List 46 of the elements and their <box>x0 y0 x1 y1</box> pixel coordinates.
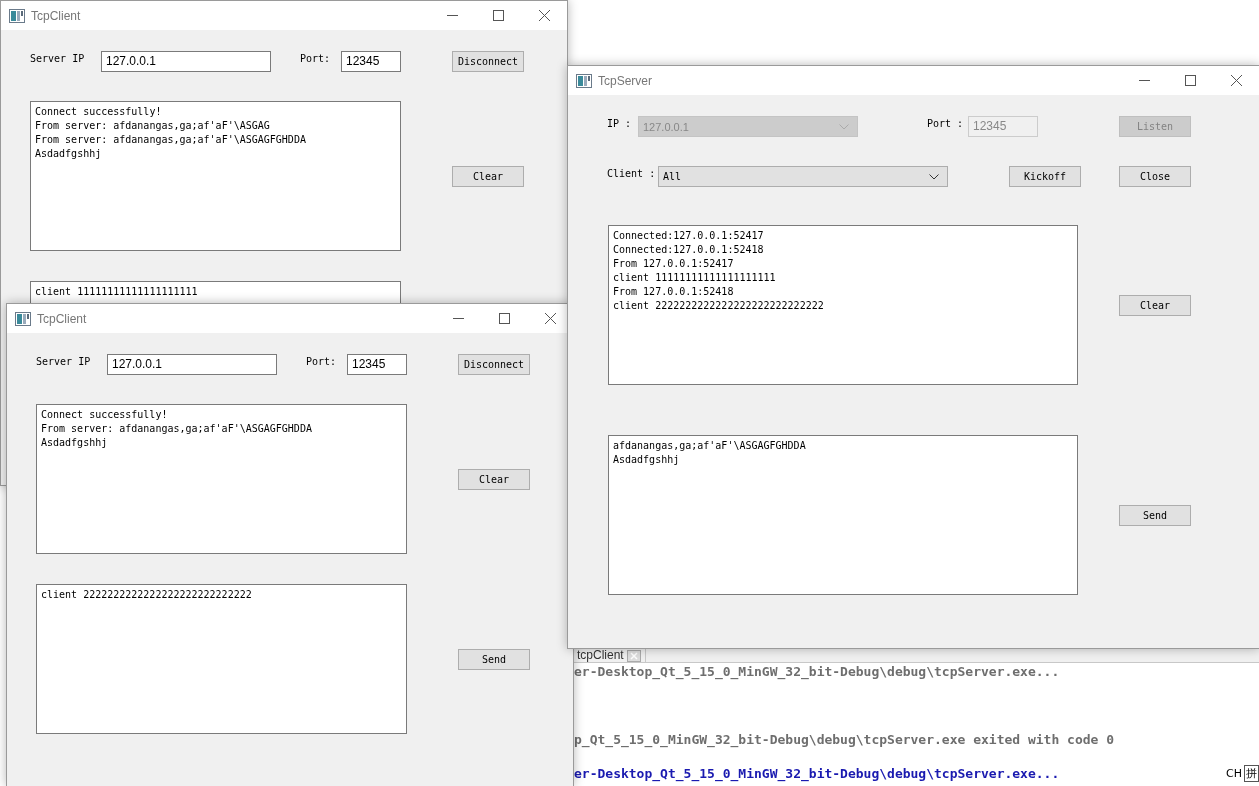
message-field[interactable]: client 11111111111111111111 <box>30 281 401 303</box>
port-label: Port: <box>306 355 338 367</box>
maximize-icon[interactable] <box>492 10 504 21</box>
maximize-icon[interactable] <box>498 313 510 324</box>
log-view: Connected:127.0.0.1:52417 Connected:127.0.0.1:52418 From 127.0.0.1:52417 client 11111111111111111111 From 127.0.0.1:52418 client 2222222222222222222222222222 <box>608 225 1078 385</box>
ime-indicator[interactable]: 拼 <box>1244 765 1259 782</box>
ip-label: IP : <box>607 117 633 129</box>
port-field[interactable]: 12345 <box>347 354 407 375</box>
maximize-icon[interactable] <box>1184 75 1196 86</box>
client-combo[interactable]: All <box>658 166 948 187</box>
close-icon[interactable] <box>538 10 550 21</box>
client-label: Client : <box>607 167 657 179</box>
window-title: TcpClient <box>37 311 88 326</box>
clear-button[interactable]: Clear <box>458 468 530 490</box>
clear-button[interactable]: Clear <box>1119 294 1191 316</box>
server-ip-field[interactable]: 127.0.0.1 <box>101 51 271 72</box>
message-field[interactable]: client 2222222222222222222222222222 <box>36 584 407 734</box>
console-line: p_Qt_5_15_0_MinGW_32_bit-Debug\debug\tcpServer.exe exited with code 0 <box>574 731 1115 748</box>
disconnect-button[interactable]: Disconnect <box>452 51 524 72</box>
app-icon <box>9 8 25 23</box>
window-title: TcpServer <box>598 73 654 88</box>
port-label: Port: <box>300 52 332 64</box>
close-icon[interactable] <box>544 313 556 324</box>
close-icon[interactable] <box>1230 75 1242 86</box>
log-view: Connect successfully! From server: afdanangas,ga;af'aF'\ASGAGFGHDDA Asdadfgshhj <box>36 404 407 554</box>
console-line: er-Desktop_Qt_5_15_0_MinGW_32_bit-Debug\debug\tcpServer.exe... <box>574 765 1060 782</box>
chevron-icon <box>839 123 849 130</box>
app-icon <box>15 311 31 326</box>
server-ip-label: Server IP <box>36 355 92 367</box>
port-field[interactable]: 12345 <box>341 51 401 72</box>
window-title: TcpClient <box>31 8 82 23</box>
close-button[interactable]: Close <box>1119 166 1191 187</box>
clear-button[interactable]: Clear <box>452 165 524 187</box>
chevron-icon <box>929 173 939 180</box>
send-button[interactable]: Send <box>1119 504 1191 526</box>
kickoff-button[interactable]: Kickoff <box>1009 166 1081 187</box>
server-ip-field[interactable]: 127.0.0.1 <box>107 354 277 375</box>
console-line: er-Desktop_Qt_5_15_0_MinGW_32_bit-Debug\debug\tcpServer.exe... <box>574 663 1060 680</box>
disconnect-button[interactable]: Disconnect <box>458 354 530 375</box>
message-field[interactable]: afdanangas,ga;af'aF'\ASGAGFGHDDA Asdadfgshhj <box>608 435 1078 595</box>
send-button[interactable]: Send <box>458 648 530 670</box>
server-ip-label: Server IP <box>30 52 86 64</box>
app-icon <box>576 73 592 88</box>
log-view: Connect successfully! From server: afdanangas,ga;af'aF'\ASGAG From server: afdanangas,ga;af'aF'\ASGAGFGHDDA Asdadfgshhj <box>30 101 401 251</box>
ime-indicator[interactable]: CH <box>1226 767 1242 780</box>
port-label: Port : <box>927 117 965 129</box>
